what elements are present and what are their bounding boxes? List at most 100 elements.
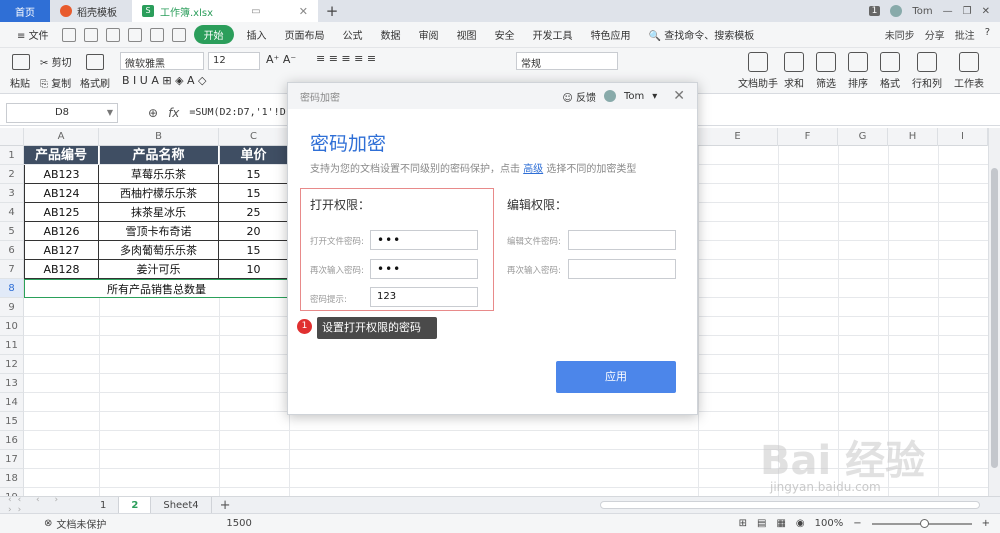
header-cell-product-name[interactable]: 产品名称 xyxy=(99,146,219,165)
row-header[interactable]: 5 xyxy=(0,222,24,241)
zoom-out-icon[interactable]: − xyxy=(853,518,861,529)
add-tab-button[interactable]: + xyxy=(318,0,346,22)
font-family-select[interactable]: 微软雅黑 xyxy=(120,52,204,70)
dialog-close-icon[interactable]: ✕ xyxy=(673,88,685,104)
command-search[interactable]: 🔍 查找命令、搜索模板 xyxy=(640,27,764,42)
sheet-tab-2[interactable]: 2 xyxy=(119,496,152,514)
menu-review[interactable]: 审阅 xyxy=(410,27,448,42)
total-label-cell[interactable]: 所有产品销售总数量 xyxy=(24,279,289,298)
cut-button[interactable]: ✂ 剪切 xyxy=(40,54,72,69)
row-header[interactable]: 1 xyxy=(0,146,24,165)
share-button[interactable]: 分享 xyxy=(925,27,945,42)
doc-helper-button[interactable]: 文档助手 xyxy=(738,52,778,90)
zoom-slider[interactable] xyxy=(871,518,972,528)
align-icons[interactable]: ≡ ≡ ≡ ≡ ≡ xyxy=(316,52,376,65)
eye-protect-icon[interactable]: ◉ xyxy=(796,518,805,529)
row-header[interactable]: 16 xyxy=(0,431,24,450)
advanced-link[interactable]: 高级 xyxy=(523,164,543,175)
row-header[interactable]: 10 xyxy=(0,317,24,336)
column-header[interactable]: G xyxy=(838,128,888,146)
edit-password-input[interactable] xyxy=(568,230,676,250)
row-header[interactable]: 2 xyxy=(0,165,24,184)
scrollbar-thumb[interactable] xyxy=(991,168,998,468)
column-header[interactable]: I xyxy=(938,128,988,146)
formula-input[interactable]: =SUM(D2:D7,'1'!D xyxy=(189,107,285,118)
zoom-level[interactable]: 100% xyxy=(815,518,844,529)
zoom-lens-icon[interactable]: ⊕ xyxy=(148,106,158,120)
window-icon[interactable]: ▭ xyxy=(251,6,260,17)
help-icon[interactable]: ? xyxy=(985,27,990,42)
sync-status[interactable]: 未同步 xyxy=(885,27,915,42)
menu-file[interactable]: ≡ 文件 xyxy=(8,27,58,42)
format-painter-icon[interactable] xyxy=(86,54,104,70)
table-cell[interactable]: AB124 xyxy=(24,184,99,203)
column-header[interactable]: H xyxy=(888,128,938,146)
zoom-in-icon[interactable]: + xyxy=(982,518,990,529)
header-cell-product-id[interactable]: 产品编号 xyxy=(24,146,99,165)
minimize-icon[interactable]: — xyxy=(943,6,953,17)
table-cell[interactable]: 姜汁可乐 xyxy=(99,260,219,279)
row-header[interactable]: 18 xyxy=(0,469,24,488)
worksheet-button[interactable]: 工作表 xyxy=(954,52,984,90)
feedback-button[interactable]: ☺ 反馈 xyxy=(562,89,596,104)
menu-features[interactable]: 特色应用 xyxy=(582,27,640,42)
password-hint-input[interactable]: 123 xyxy=(370,287,478,307)
print-icon[interactable] xyxy=(105,27,120,42)
user-avatar[interactable] xyxy=(890,5,903,17)
column-header[interactable]: A xyxy=(24,128,99,146)
table-cell[interactable]: 20 xyxy=(219,222,289,241)
column-header[interactable]: B xyxy=(99,128,219,146)
comment-button[interactable]: 批注 xyxy=(955,27,975,42)
table-cell[interactable]: 多肉葡萄乐乐茶 xyxy=(99,241,219,260)
menu-formula[interactable]: 公式 xyxy=(334,27,372,42)
undo-icon[interactable] xyxy=(149,27,164,42)
row-header[interactable]: 13 xyxy=(0,374,24,393)
restore-icon[interactable]: ❐ xyxy=(963,6,972,17)
row-header[interactable]: 6 xyxy=(0,241,24,260)
chevron-down-icon[interactable]: ▾ xyxy=(652,91,657,102)
menu-developer[interactable]: 开发工具 xyxy=(524,27,582,42)
zoom-knob[interactable] xyxy=(919,518,929,528)
column-header[interactable]: C xyxy=(219,128,289,146)
user-name[interactable]: Tom xyxy=(912,6,932,17)
normal-view-icon[interactable]: ⊞ xyxy=(739,518,747,529)
table-cell[interactable]: AB128 xyxy=(24,260,99,279)
dialog-user-name[interactable]: Tom xyxy=(624,91,644,102)
edit-confirm-input[interactable] xyxy=(568,259,676,279)
table-cell[interactable]: 10 xyxy=(219,260,289,279)
page-break-view-icon[interactable]: ▦ xyxy=(776,518,785,529)
export-icon[interactable] xyxy=(83,27,98,42)
column-header[interactable]: E xyxy=(698,128,778,146)
row-col-button[interactable]: 行和列 xyxy=(912,52,942,90)
row-header[interactable]: 4 xyxy=(0,203,24,222)
notification-badge[interactable]: 1 xyxy=(868,6,881,16)
table-cell[interactable]: 25 xyxy=(219,203,289,222)
table-cell[interactable]: 草莓乐乐茶 xyxy=(99,165,219,184)
sheet-nav-arrows[interactable]: ‹‹ ‹ › ›› xyxy=(0,495,88,515)
menu-data[interactable]: 数据 xyxy=(372,27,410,42)
vertical-scrollbar[interactable] xyxy=(988,128,1000,496)
row-header[interactable]: 12 xyxy=(0,355,24,374)
protection-status[interactable]: ⊗ 文档未保护 xyxy=(44,516,106,531)
menu-start[interactable]: 开始 xyxy=(193,25,234,44)
apply-button[interactable]: 应用 xyxy=(556,361,676,393)
paste-button[interactable]: 粘贴 xyxy=(10,75,30,90)
redo-icon[interactable] xyxy=(171,27,186,42)
table-cell[interactable]: AB126 xyxy=(24,222,99,241)
menu-insert[interactable]: 插入 xyxy=(238,27,276,42)
table-cell[interactable]: AB127 xyxy=(24,241,99,260)
tab-workbook[interactable]: S 工作簿.xlsx ▭ ✕ xyxy=(132,0,318,22)
row-header[interactable]: 17 xyxy=(0,450,24,469)
horizontal-scrollbar[interactable] xyxy=(600,501,980,509)
row-header[interactable]: 8 xyxy=(0,279,24,298)
open-password-input[interactable]: ••• xyxy=(370,230,478,250)
page-layout-view-icon[interactable]: ▤ xyxy=(757,518,766,529)
sum-button[interactable]: 求和 xyxy=(784,52,804,90)
open-confirm-input[interactable]: ••• xyxy=(370,259,478,279)
row-header[interactable]: 9 xyxy=(0,298,24,317)
font-style-icons[interactable]: B I U A ⊞ ◈ A ◇ xyxy=(122,74,207,87)
row-header[interactable]: 14 xyxy=(0,393,24,412)
table-cell[interactable]: 抹茶星冰乐 xyxy=(99,203,219,222)
table-cell[interactable]: 15 xyxy=(219,165,289,184)
sheet-tab-1[interactable]: 1 xyxy=(88,496,120,514)
